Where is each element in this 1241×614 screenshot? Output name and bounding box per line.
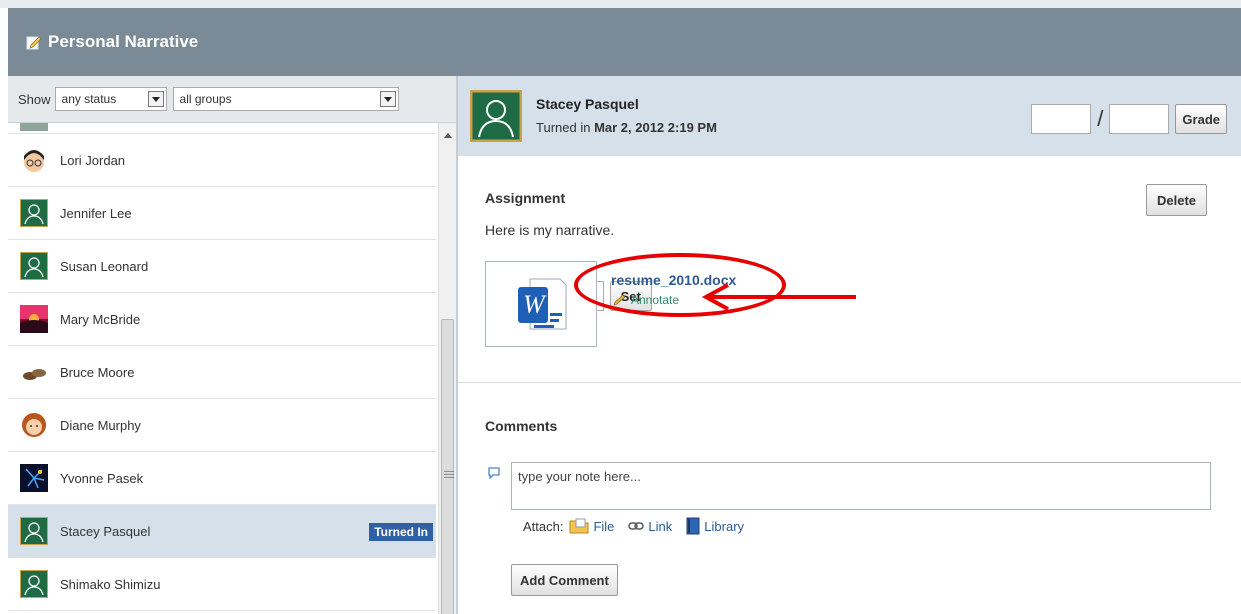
chevron-down-icon xyxy=(379,91,396,107)
scrollbar-thumb[interactable]: — — — xyxy=(441,319,454,614)
girl-glasses-avatar-icon xyxy=(24,150,44,172)
student-header: Stacey Pasquel Turned in Mar 2, 2012 2:1… xyxy=(458,76,1241,156)
student-list: Lori Jordan Jennifer Lee Susan Leonard M… xyxy=(8,123,436,611)
list-item[interactable]: Lori Jordan xyxy=(8,134,436,187)
list-item[interactable]: Shimako Shimizu xyxy=(8,558,436,611)
assignment-label: Assignment xyxy=(485,190,566,206)
assignment-header: Personal Narrative Default Total: Set DU… xyxy=(8,8,1241,311)
filter-bar: Show any status all groups xyxy=(8,76,456,123)
edit-icon xyxy=(26,36,42,50)
show-label: Show xyxy=(18,91,51,107)
file-thumbnail[interactable]: W xyxy=(485,261,597,347)
attach-file-link[interactable]: File xyxy=(569,518,614,534)
silhouette-avatar-icon xyxy=(20,199,48,227)
score-input[interactable] xyxy=(1031,104,1092,134)
student-name: Stacey Pasquel xyxy=(60,523,151,539)
top-strip xyxy=(0,0,1241,8)
pencil-icon xyxy=(613,294,626,306)
scroll-up-icon[interactable] xyxy=(444,133,452,138)
student-name-heading: Stacey Pasquel xyxy=(536,96,639,112)
list-item[interactable]: Jennifer Lee xyxy=(8,187,436,240)
list-scrollbar[interactable]: — — — xyxy=(438,123,456,614)
list-item[interactable]: Mary McBride xyxy=(8,293,436,346)
folder-icon xyxy=(569,518,589,534)
student-list-panel: Show any status all groups Lori Jordan J… xyxy=(8,76,458,614)
file-label: File xyxy=(593,518,615,534)
annotate-link[interactable]: Annotate xyxy=(613,293,679,307)
group-select[interactable]: all groups xyxy=(172,87,399,111)
student-name: Susan Leonard xyxy=(60,258,149,274)
sunset-avatar-icon xyxy=(20,305,48,333)
comments-label: Comments xyxy=(485,418,558,434)
shoes-avatar-icon xyxy=(20,358,48,386)
student-name: Bruce Moore xyxy=(60,364,135,380)
student-name: Lori Jordan xyxy=(60,152,126,168)
assignment-title: Personal Narrative xyxy=(26,32,198,52)
grade-slash: / xyxy=(1097,106,1104,131)
chain-link-icon xyxy=(628,522,645,530)
list-item-selected[interactable]: Stacey Pasquel Turned In xyxy=(8,505,436,558)
word-document-icon: W xyxy=(518,278,567,330)
turned-in-prefix: Turned in xyxy=(536,120,591,135)
assignment-text: Here is my narrative. xyxy=(485,222,615,238)
girl-avatar-icon xyxy=(22,413,46,437)
assignment-title-text: Personal Narrative xyxy=(48,32,199,51)
list-item[interactable]: Yvonne Pasek xyxy=(8,452,436,505)
turned-in-date: Mar 2, 2012 2:19 PM xyxy=(594,120,717,135)
grade-controls: / Grade xyxy=(1031,104,1227,134)
book-icon xyxy=(686,517,700,535)
comment-input[interactable]: type your note here... xyxy=(511,462,1211,510)
silhouette-avatar-icon xyxy=(470,90,522,142)
attach-row: Attach: File Link Library xyxy=(523,517,752,535)
student-name: Diane Murphy xyxy=(60,417,141,433)
student-name: Shimako Shimizu xyxy=(60,576,161,592)
attach-label: Attach: xyxy=(523,518,564,534)
silhouette-avatar-icon xyxy=(20,570,48,598)
attach-link-link[interactable]: Link xyxy=(628,519,672,534)
annotate-label: Annotate xyxy=(631,293,680,307)
list-item[interactable]: Diane Murphy xyxy=(8,399,436,452)
attach-library-link[interactable]: Library xyxy=(686,517,744,535)
grip-icon: — — — xyxy=(444,466,454,483)
status-select-value: any status xyxy=(61,92,117,106)
grade-button[interactable]: Grade xyxy=(1175,104,1227,134)
status-badge: Turned In xyxy=(369,523,433,541)
avatar xyxy=(20,123,48,131)
section-divider xyxy=(458,382,1241,383)
list-item[interactable]: Susan Leonard xyxy=(8,240,436,293)
annotation-arrow xyxy=(701,283,856,310)
student-name: Mary McBride xyxy=(60,311,141,327)
link-label: Link xyxy=(648,518,673,534)
comment-bubble-icon xyxy=(488,467,500,480)
library-label: Library xyxy=(704,518,745,534)
delete-button[interactable]: Delete xyxy=(1146,184,1208,216)
list-item[interactable]: Bruce Moore xyxy=(8,346,436,399)
add-comment-button[interactable]: Add Comment xyxy=(511,564,618,596)
list-item-partial[interactable] xyxy=(8,123,436,134)
submission-panel: Stacey Pasquel Turned in Mar 2, 2012 2:1… xyxy=(458,76,1241,614)
silhouette-avatar-icon xyxy=(20,517,48,545)
svg-text:W: W xyxy=(523,290,547,319)
total-input[interactable] xyxy=(1109,104,1170,134)
student-name: Yvonne Pasek xyxy=(60,470,144,486)
fireworks-avatar-icon xyxy=(20,464,48,492)
chevron-down-icon xyxy=(147,91,164,107)
group-select-value: all groups xyxy=(179,92,232,106)
silhouette-avatar-icon xyxy=(20,252,48,280)
student-name: Jennifer Lee xyxy=(60,205,132,221)
turned-in-info: Turned in Mar 2, 2012 2:19 PM xyxy=(536,120,717,135)
status-select[interactable]: any status xyxy=(54,87,167,111)
